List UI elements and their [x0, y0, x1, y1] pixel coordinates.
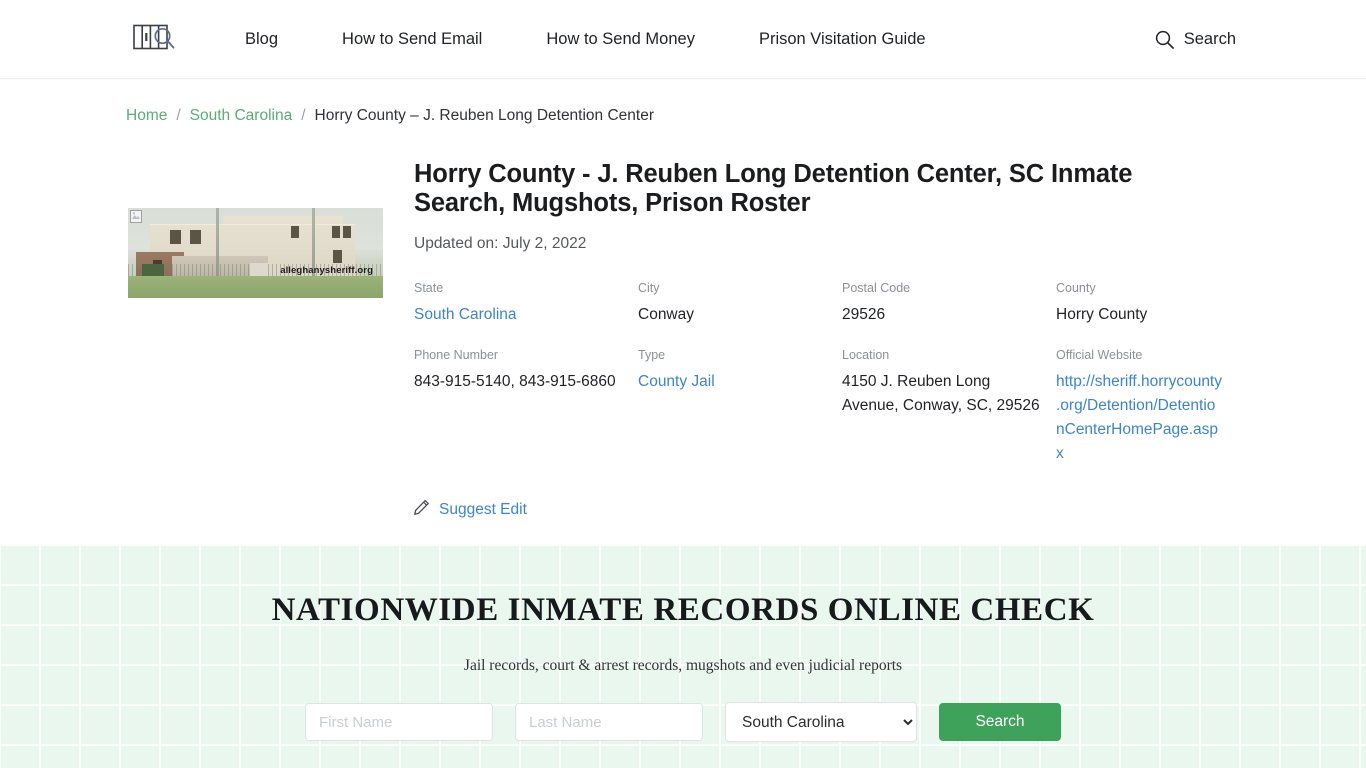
facility-details-grid: State South Carolina City Conway Postal … [414, 281, 1236, 466]
suggest-edit-row: Suggest Edit [0, 466, 1366, 521]
site-logo-link[interactable] [133, 22, 177, 57]
state-link[interactable]: South Carolina [414, 306, 517, 323]
promo-search-button[interactable]: Search [939, 703, 1061, 741]
detail-county: County Horry County [1056, 281, 1236, 327]
nationwide-search-promo: NATIONWIDE INMATE RECORDS ONLINE CHECK J… [0, 545, 1366, 768]
header-search-button[interactable]: Search [1155, 30, 1236, 49]
last-name-input[interactable] [515, 703, 703, 741]
promo-subtitle: Jail records, court & arrest records, mu… [463, 657, 903, 674]
photo-watermark: alleghanysheriff.org [280, 264, 373, 276]
detail-label: Phone Number [414, 347, 499, 362]
facility-summary: alleghanysheriff.org Horry County - J. R… [0, 124, 1366, 466]
type-link[interactable]: County Jail [638, 373, 715, 390]
nav-item-how-to-send-money[interactable]: How to Send Money [514, 31, 727, 48]
header-search-label: Search [1183, 29, 1236, 48]
detail-value: South Carolina [414, 303, 624, 327]
header-inner: Blog How to Send Email How to Send Money… [0, 22, 1366, 57]
photo-window [190, 229, 201, 244]
detail-state: State South Carolina [414, 281, 638, 327]
detail-official-website: Official Website http://sheriff.horrycou… [1056, 347, 1236, 466]
photo-window [343, 225, 351, 238]
detail-label: County [1056, 281, 1096, 296]
photo-window [333, 249, 342, 263]
facility-info-column: Horry County - J. Reuben Long Detention … [414, 160, 1236, 466]
detail-label: Location [842, 347, 890, 362]
detail-city: City Conway [638, 281, 842, 327]
nav-item-prison-visitation-guide[interactable]: Prison Visitation Guide [727, 31, 958, 48]
breadcrumb-item-current: Horry County – J. Reuben Long Detention … [314, 107, 655, 124]
breadcrumb: Home / South Carolina / Horry County – J… [0, 79, 1366, 124]
breadcrumb-separator: / [176, 107, 181, 124]
detail-label: Official Website [1056, 347, 1143, 362]
detail-location: Location 4150 J. Reuben Long Avenue, Con… [842, 347, 1056, 466]
updated-on-text: Updated on: July 2, 2022 [414, 234, 587, 252]
nav-item-how-to-send-email[interactable]: How to Send Email [310, 31, 514, 48]
photo-window [332, 225, 340, 238]
detail-value: Horry County [1056, 305, 1148, 323]
breadcrumb-item-home[interactable]: Home [126, 108, 167, 124]
detail-value: 843-915-5140, 843-915-6860 [414, 372, 616, 390]
breadcrumb-item-state[interactable]: South Carolina [190, 108, 293, 124]
detail-phone-number: Phone Number 843-915-5140, 843-915-6860 [414, 347, 638, 466]
first-name-input[interactable] [305, 703, 493, 741]
detail-value: County Jail [638, 370, 828, 394]
detail-label: Postal Code [842, 281, 911, 296]
suggest-edit-link[interactable]: Suggest Edit [439, 501, 527, 519]
detail-label: City [638, 281, 660, 296]
nav-item-blog[interactable]: Blog [213, 31, 310, 48]
pencil-icon [413, 499, 430, 521]
page-title: Horry County - J. Reuben Long Detention … [414, 159, 1133, 218]
detail-value: 4150 J. Reuben Long Avenue, Conway, SC, … [842, 372, 1040, 414]
inmate-search-form: South Carolina Search [0, 702, 1366, 742]
search-icon [1155, 30, 1174, 49]
detail-label: Type [638, 347, 666, 362]
photo-window [170, 229, 181, 244]
detail-value: http://sheriff.horrycounty.org/Detention… [1056, 370, 1222, 466]
jail-bars-magnifier-logo-icon [133, 22, 177, 57]
detail-type: Type County Jail [638, 347, 842, 466]
site-header: Blog How to Send Email How to Send Money… [0, 0, 1366, 79]
detail-label: State [414, 281, 444, 296]
state-select[interactable]: South Carolina [725, 702, 917, 742]
detail-value: 29526 [842, 305, 886, 323]
main-navigation: Blog How to Send Email How to Send Money… [213, 31, 958, 48]
detail-value: Conway [638, 305, 694, 323]
official-website-link[interactable]: http://sheriff.horrycounty.org/Detention… [1056, 373, 1222, 462]
promo-title: NATIONWIDE INMATE RECORDS ONLINE CHECK [271, 592, 1095, 628]
detail-postal-code: Postal Code 29526 [842, 281, 1056, 327]
broken-image-icon [130, 209, 142, 223]
facility-photo-column: alleghanysheriff.org [128, 160, 414, 298]
photo-window [291, 225, 299, 238]
facility-photo: alleghanysheriff.org [128, 207, 383, 298]
photo-grass [128, 275, 383, 298]
breadcrumb-separator: / [301, 107, 306, 124]
